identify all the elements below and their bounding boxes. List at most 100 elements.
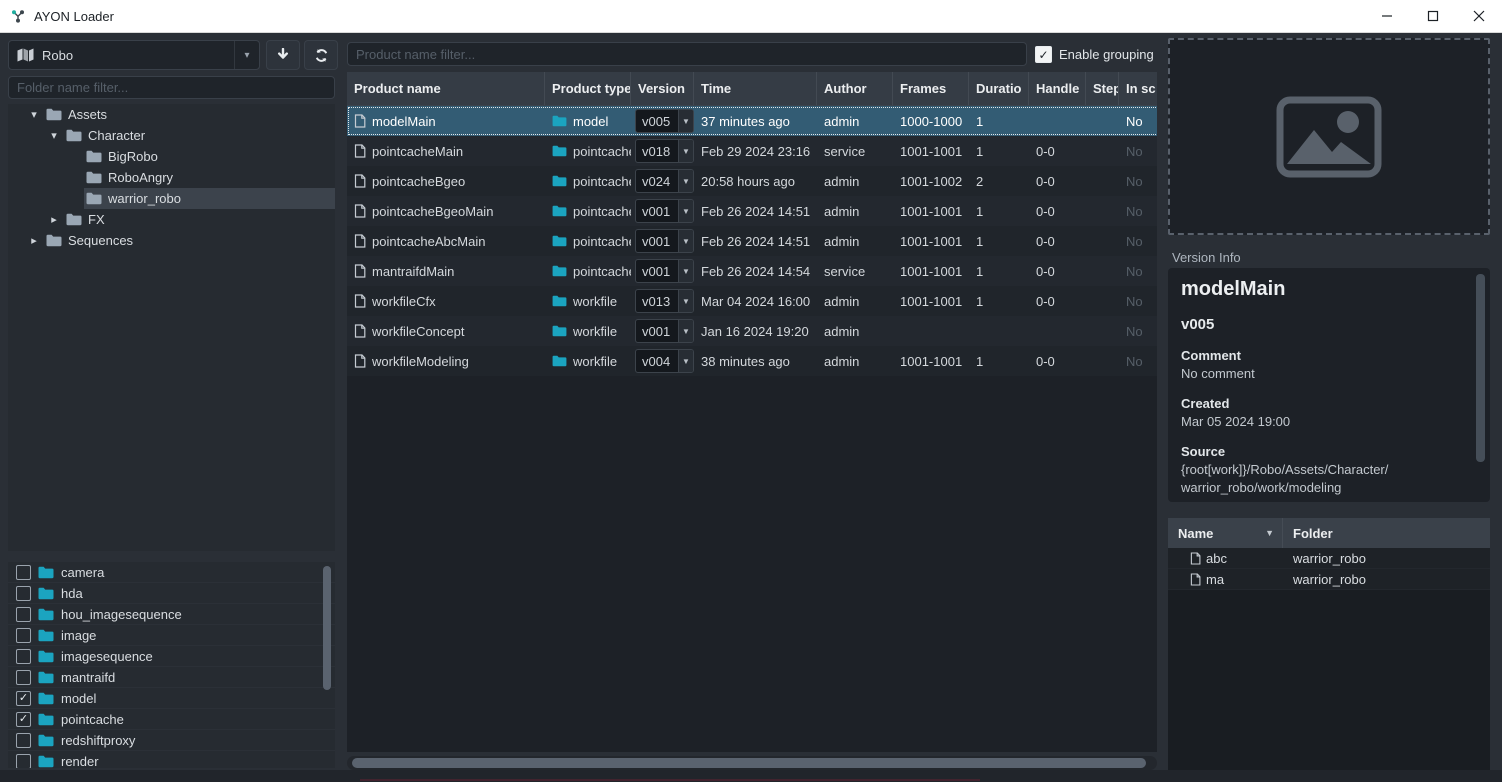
type-checkbox[interactable]	[16, 586, 31, 601]
column-header-author[interactable]: Author	[817, 72, 893, 105]
column-header-frames[interactable]: Frames	[893, 72, 969, 105]
product-type: pointcache	[573, 204, 631, 219]
version-select[interactable]: v018 ▼	[635, 139, 694, 163]
product-type-filter-item[interactable]: mantraifd	[8, 667, 335, 688]
version-select[interactable]: v001 ▼	[635, 199, 694, 223]
column-header-handle[interactable]: Handle	[1029, 72, 1086, 105]
product-row[interactable]: workfileModeling workfile v004 ▼ 38 minu…	[347, 346, 1157, 376]
type-checkbox[interactable]	[16, 712, 31, 727]
product-filter-input[interactable]	[347, 42, 1027, 66]
version-select[interactable]: v013 ▼	[635, 289, 694, 313]
tree-expand-icon[interactable]: ▾	[24, 108, 44, 121]
product-type-filter-item[interactable]: redshiftproxy	[8, 730, 335, 751]
chevron-down-icon[interactable]: ▼	[678, 320, 693, 342]
tree-item[interactable]: ▾ Assets	[8, 104, 335, 125]
maximize-button[interactable]	[1410, 0, 1456, 32]
version-select[interactable]: v001 ▼	[635, 319, 694, 343]
product-type-filter-item[interactable]: image	[8, 625, 335, 646]
type-label: model	[61, 691, 96, 706]
product-row[interactable]: pointcacheMain pointcache v018 ▼ Feb 29 …	[347, 136, 1157, 166]
version-select[interactable]: v001 ▼	[635, 259, 694, 283]
product-row[interactable]: pointcacheBgeo pointcache v024 ▼ 20:58 h…	[347, 166, 1157, 196]
product-type-filter-item[interactable]: hda	[8, 583, 335, 604]
clipped-element-hint	[360, 779, 980, 781]
product-type-filter-item[interactable]: render	[8, 751, 335, 768]
product-row[interactable]: workfileCfx workfile v013 ▼ Mar 04 2024 …	[347, 286, 1157, 316]
product-row[interactable]: mantraifdMain pointcache v001 ▼ Feb 26 2…	[347, 256, 1157, 286]
type-checkbox[interactable]	[16, 565, 31, 580]
version-select[interactable]: v005 ▼	[635, 109, 694, 133]
representation-row[interactable]: abc warrior_robo	[1168, 548, 1490, 569]
chevron-down-icon[interactable]: ▼	[678, 350, 693, 372]
product-type-filter-item[interactable]: pointcache	[8, 709, 335, 730]
tree-item[interactable]: ▸ FX	[8, 209, 335, 230]
close-button[interactable]	[1456, 0, 1502, 32]
tree-item[interactable]: ▾ Character	[8, 125, 335, 146]
column-header-product-name[interactable]: Product name	[347, 72, 545, 105]
version-select[interactable]: v001 ▼	[635, 229, 694, 253]
tree-expand-icon[interactable]: ▸	[24, 234, 44, 247]
refresh-button[interactable]	[304, 40, 338, 70]
product-type-filter-item[interactable]: camera	[8, 562, 335, 583]
product-row[interactable]: pointcacheAbcMain pointcache v001 ▼ Feb …	[347, 226, 1157, 256]
chevron-down-icon[interactable]: ▼	[678, 110, 693, 132]
tree-item[interactable]: warrior_robo	[8, 188, 335, 209]
product-type-filter-item[interactable]: hou_imagesequence	[8, 604, 335, 625]
chevron-down-icon[interactable]: ▼	[678, 200, 693, 222]
product-row[interactable]: workfileConcept workfile v001 ▼ Jan 16 2…	[347, 316, 1157, 346]
project-selector[interactable]: Robo ▾	[8, 40, 260, 70]
product-type-filter-item[interactable]: imagesequence	[8, 646, 335, 667]
enable-grouping-checkbox[interactable]	[1035, 46, 1052, 63]
file-icon	[1190, 573, 1201, 586]
chevron-down-icon[interactable]: ▼	[678, 290, 693, 312]
type-checkbox[interactable]	[16, 670, 31, 685]
column-header-time[interactable]: Time	[694, 72, 817, 105]
file-icon	[354, 204, 366, 218]
product-row[interactable]: pointcacheBgeoMain pointcache v001 ▼ Feb…	[347, 196, 1157, 226]
minimize-button[interactable]	[1364, 0, 1410, 32]
type-label: hda	[61, 586, 83, 601]
tree-item[interactable]: ▸ Sequences	[8, 230, 335, 251]
products-horizontal-scrollbar[interactable]	[347, 756, 1157, 770]
column-header-folder[interactable]: Folder	[1283, 526, 1333, 541]
product-type-filter-item[interactable]: model	[8, 688, 335, 709]
type-checkbox[interactable]	[16, 649, 31, 664]
type-checkbox[interactable]	[16, 607, 31, 622]
chevron-down-icon[interactable]: ▼	[678, 170, 693, 192]
column-header-name[interactable]: Name ▼	[1168, 518, 1283, 548]
in-scene-cell: No	[1119, 174, 1157, 189]
chevron-down-icon[interactable]: ▾	[234, 41, 259, 69]
type-checkbox[interactable]	[16, 628, 31, 643]
download-button[interactable]	[266, 40, 300, 70]
tree-expand-icon[interactable]: ▾	[44, 129, 64, 142]
version-info-section-label: Version Info	[1172, 250, 1241, 265]
filter-list-scrollbar[interactable]	[323, 566, 331, 690]
column-header-step[interactable]: Step	[1086, 72, 1119, 105]
enable-grouping[interactable]: Enable grouping	[1035, 46, 1154, 63]
chevron-down-icon[interactable]: ▼	[678, 230, 693, 252]
column-header-duration[interactable]: Duratio	[969, 72, 1029, 105]
column-header-in-scene[interactable]: In sc	[1119, 72, 1157, 105]
tree-expand-icon[interactable]: ▸	[44, 213, 64, 226]
folder-filter-input[interactable]	[8, 76, 335, 99]
chevron-down-icon[interactable]: ▼	[678, 140, 693, 162]
column-header-version[interactable]: Version	[631, 72, 694, 105]
tree-item[interactable]: BigRobo	[8, 146, 335, 167]
product-row[interactable]: modelMain model v005 ▼ 37 minutes ago ad…	[347, 106, 1157, 136]
product-name: pointcacheBgeoMain	[372, 204, 493, 219]
version-select[interactable]: v004 ▼	[635, 349, 694, 373]
image-placeholder-icon	[1276, 96, 1382, 178]
column-header-product-type[interactable]: Product type	[545, 72, 631, 105]
type-checkbox[interactable]	[16, 691, 31, 706]
type-checkbox[interactable]	[16, 733, 31, 748]
type-checkbox[interactable]	[16, 754, 31, 769]
titlebar: AYON Loader	[0, 0, 1502, 33]
product-type: pointcache	[573, 174, 631, 189]
scrollbar-thumb[interactable]	[352, 758, 1146, 768]
time-cell: Feb 26 2024 14:51	[694, 234, 817, 249]
representation-row[interactable]: ma warrior_robo	[1168, 569, 1490, 590]
version-select[interactable]: v024 ▼	[635, 169, 694, 193]
tree-item[interactable]: RoboAngry	[8, 167, 335, 188]
version-info-scrollbar[interactable]	[1476, 274, 1485, 462]
chevron-down-icon[interactable]: ▼	[678, 260, 693, 282]
